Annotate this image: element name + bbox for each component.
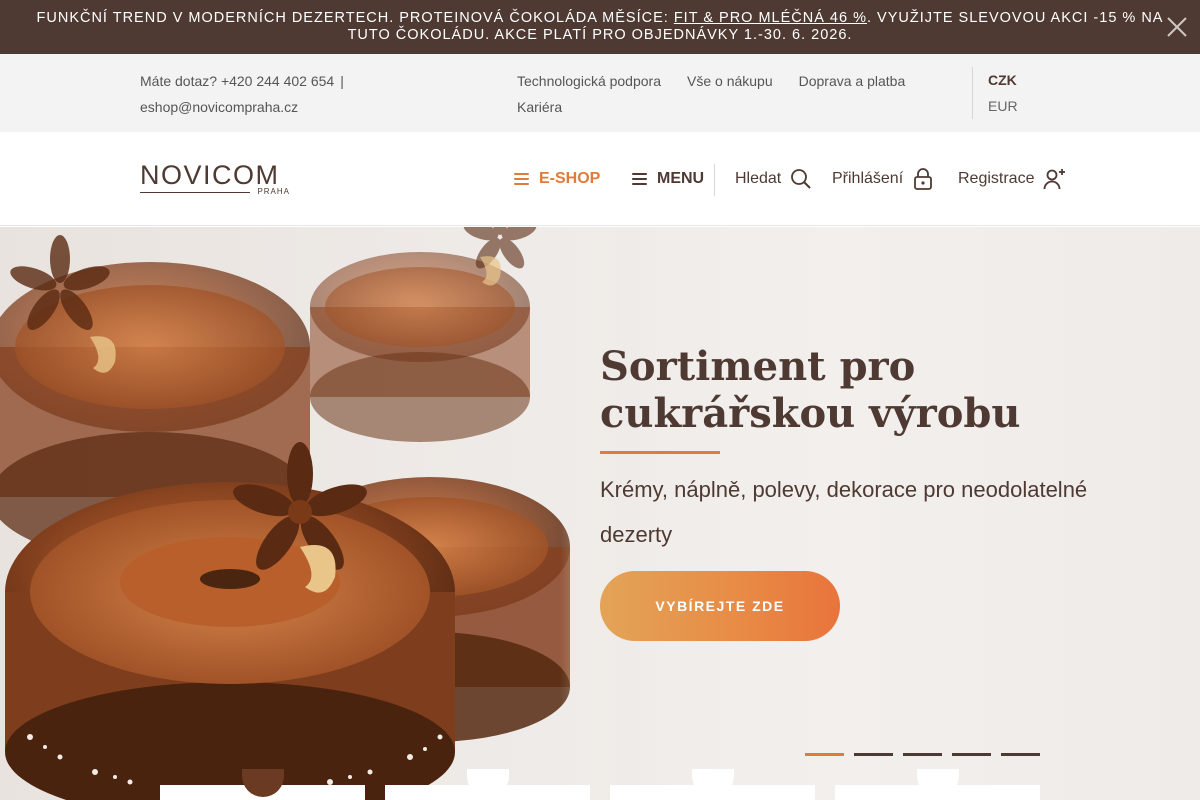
announcement-text: FUNKČNÍ TREND V MODERNÍCH DEZERTECH. PRO… [25,10,1175,44]
link-shopping-info[interactable]: Vše o nákupu [687,68,773,94]
search-label: Hledat [735,170,782,187]
main-header: NOVICOM PRAHA E-SHOP MENU Hledat Přihláš… [0,132,1200,226]
contact-separator: | [340,73,344,89]
logo-divider [140,192,250,193]
top-links: Technologická podpora Vše o nákupu Doprava… [517,68,947,120]
register-label: Registrace [958,170,1035,187]
hamburger-icon [514,170,529,188]
link-shipping-payment[interactable]: Doprava a platba [799,68,906,94]
category-cards [160,769,1060,800]
slider-dot-5[interactable] [1001,753,1040,756]
category-card[interactable] [160,769,365,800]
hero-title: Sortiment pro cukrářskou výrobu [600,343,1021,437]
logo-subtext: PRAHA [257,187,290,196]
logo-text: NOVICOM [140,160,280,190]
main-menu-button[interactable]: MENU [632,132,704,226]
currency-eur[interactable]: EUR [988,93,1018,119]
category-card[interactable] [835,769,1040,800]
slider-dot-3[interactable] [903,753,942,756]
announcement-link[interactable]: FIT & PRO MLÉČNÁ 46 % [674,10,867,26]
contact-phone[interactable]: Máte dotaz? +420 244 402 654 [140,73,334,89]
eshop-menu-button[interactable]: E-SHOP [514,132,600,226]
category-card-icon [692,769,734,797]
slider-dot-4[interactable] [952,753,991,756]
currency-czk[interactable]: CZK [988,67,1018,93]
logo[interactable]: NOVICOM PRAHA [140,160,290,198]
slider-dot-2[interactable] [854,753,893,756]
hamburger-icon [632,170,647,188]
eshop-label: E-SHOP [539,170,601,187]
close-icon [1167,17,1187,37]
menu-label: MENU [657,170,705,187]
search-icon [791,169,811,189]
category-card-icon [917,769,959,797]
link-careers[interactable]: Kariéra [517,94,562,120]
login-button[interactable]: Přihlášení [832,132,934,226]
currency-switcher: CZK EUR [972,67,1018,119]
category-card[interactable] [610,769,815,800]
top-info-bar: Máte dotaz? +420 244 402 654 | eshop@novi… [0,54,1200,132]
category-card-icon [467,769,509,797]
announcement-bar: FUNKČNÍ TREND V MODERNÍCH DEZERTECH. PRO… [0,0,1200,54]
slider-dot-1[interactable] [805,753,844,756]
slider-pagination [805,753,1050,756]
announcement-prefix: FUNKČNÍ TREND V MODERNÍCH DEZERTECH. PRO… [36,10,674,26]
login-label: Přihlášení [832,170,904,187]
add-user-icon [1044,169,1066,190]
hero-subtitle: Krémy, náplně, polevy, dekorace pro neod… [600,477,1088,547]
nav-divider [714,164,715,196]
lock-icon [914,168,933,190]
hero-banner: Sortiment pro cukrářskou výrobu Krémy, n… [0,227,1200,800]
contact-info: Máte dotaz? +420 244 402 654 | eshop@novi… [140,68,350,120]
hero-cta-button[interactable]: VYBÍREJTE ZDE [600,571,840,641]
contact-email[interactable]: eshop@novicompraha.cz [140,99,298,115]
dessert-image [0,227,640,800]
link-tech-support[interactable]: Technologická podpora [517,68,661,94]
register-button[interactable]: Registrace [958,132,1067,226]
category-card-icon [242,769,284,797]
hero-title-underline [600,451,720,454]
search-button[interactable]: Hledat [735,132,812,226]
category-card[interactable] [385,769,590,800]
close-announcement-button[interactable] [1164,14,1190,40]
